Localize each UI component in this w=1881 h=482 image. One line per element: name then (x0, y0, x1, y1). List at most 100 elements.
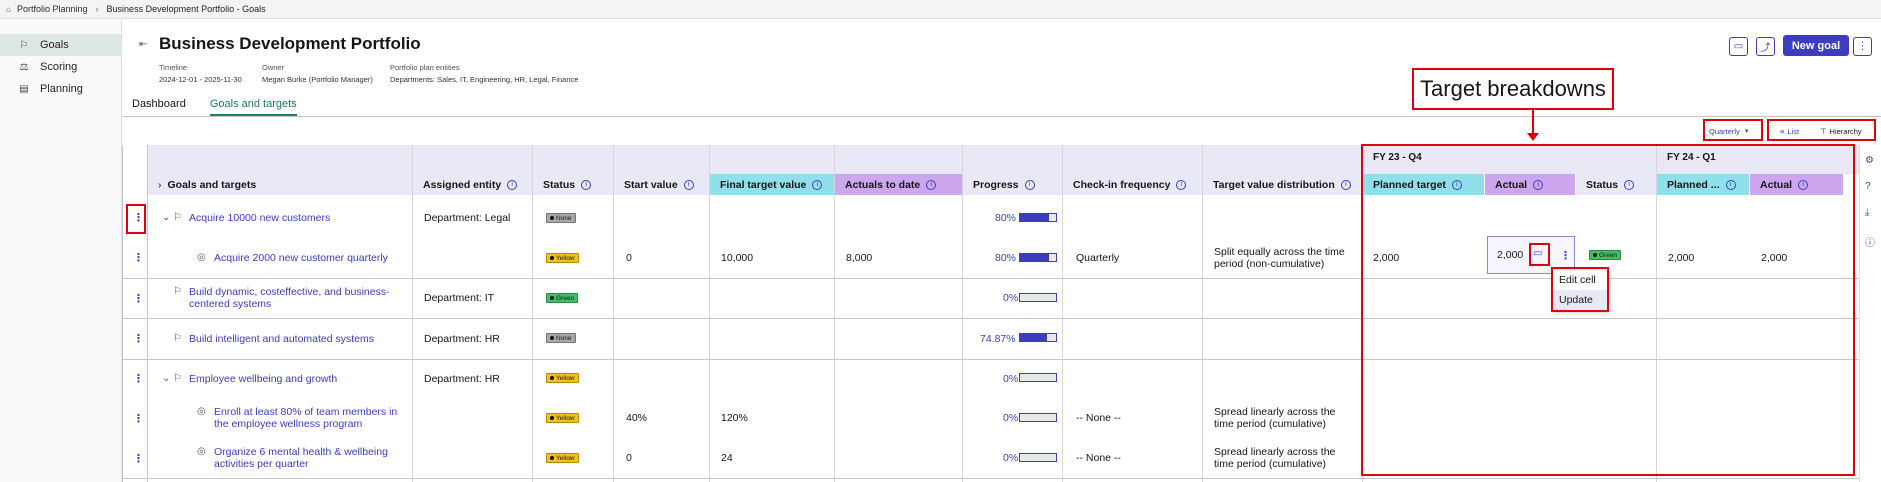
progress-value[interactable]: 0% (1003, 373, 1018, 385)
info-icon[interactable]: i (926, 179, 937, 190)
target-icon: ◎ (197, 446, 206, 457)
share-button[interactable]: ⤴ (1756, 37, 1775, 56)
flag-icon: ⚐ (173, 333, 182, 344)
final-target-value: 24 (721, 452, 733, 464)
tab-divider (122, 116, 1881, 117)
share-icon: ⤴ (1760, 43, 1771, 54)
progress-bar (1019, 213, 1057, 222)
col-actuals[interactable]: Actuals to date i (835, 174, 962, 195)
breadcrumb: ⌂ Portfolio Planning › Business Developm… (0, 0, 1881, 19)
progress-value[interactable]: 74.87% (980, 333, 1016, 345)
timeline-meta: Timeline 2024-12-01 - 2025-11-30 (159, 62, 242, 86)
col-distribution[interactable]: Target value distribution i (1203, 174, 1362, 195)
checkin-frequency: -- None -- (1076, 452, 1121, 464)
info-icon[interactable]: i (812, 179, 823, 190)
settings-icon[interactable]: ⚙ (1865, 155, 1874, 166)
info-icon[interactable]: ⓘ (1865, 234, 1875, 249)
start-value: 0 (626, 452, 632, 464)
checkin-frequency: Quarterly (1076, 252, 1120, 264)
comments-button[interactable]: ▭ (1729, 37, 1748, 56)
status-badge: None (546, 333, 576, 343)
tab-goals-and-targets[interactable]: Goals and targets (209, 98, 297, 116)
col-checkin[interactable]: Check-in frequency i (1063, 174, 1202, 195)
col-goals[interactable]: › Goals and targets (148, 174, 412, 195)
col-divider (1202, 145, 1203, 482)
target-icon: ◎ (197, 252, 206, 263)
kebab-icon: ⋮ (1857, 41, 1868, 52)
actuals-to-date: 8,000 (846, 252, 873, 264)
nav-item-goals[interactable]: ⚐ Goals (0, 34, 121, 56)
status-dot-icon (550, 256, 554, 260)
chevron-down-icon[interactable]: ⌄ (162, 373, 170, 384)
more-actions-button[interactable]: ⋮ (1853, 37, 1872, 56)
info-icon[interactable]: i (683, 179, 694, 190)
row-actions-button[interactable]: ⋮ (133, 412, 144, 425)
chevron-right-icon[interactable]: › (158, 179, 162, 191)
row-actions-button[interactable]: ⋮ (133, 452, 144, 465)
info-icon[interactable]: i (1024, 179, 1035, 190)
target-link[interactable]: Organize 6 mental health & wellbeing act… (214, 446, 404, 470)
info-icon[interactable]: i (1340, 179, 1351, 190)
annotation-arrow-head (1527, 133, 1539, 141)
progress-value[interactable]: 0% (1003, 292, 1018, 304)
checkin-frequency: -- None -- (1076, 412, 1121, 424)
status-dot-icon (550, 296, 554, 300)
assigned-entity: Department: HR (424, 373, 500, 385)
status-badge-label: Yellow (556, 254, 575, 262)
col-progress[interactable]: Progress i (963, 174, 1062, 195)
progress-bar (1019, 453, 1057, 462)
nav-item-scoring[interactable]: ⚖ Scoring (0, 56, 121, 78)
col-entity[interactable]: Assigned entity i (413, 174, 532, 195)
nav-item-planning[interactable]: ▤ Planning (0, 78, 121, 100)
goal-link[interactable]: Employee wellbeing and growth (189, 373, 337, 385)
tab-dashboard[interactable]: Dashboard (132, 98, 186, 116)
col-divider (834, 145, 835, 482)
goal-link[interactable]: Acquire 10000 new customers (189, 212, 330, 224)
status-badge: Yellow (546, 413, 579, 423)
info-icon[interactable]: i (581, 179, 592, 190)
progress-bar-fill (1020, 254, 1049, 261)
progress-bar-fill (1020, 334, 1047, 341)
goal-link[interactable]: Build intelligent and automated systems (189, 333, 374, 345)
col-start-value[interactable]: Start value i (614, 174, 709, 195)
download-icon[interactable]: ⤓ (1865, 207, 1869, 218)
annotation-callout: Target breakdowns (1412, 68, 1614, 110)
assigned-entity: Department: IT (424, 292, 495, 304)
start-value: 40% (626, 412, 648, 424)
info-icon[interactable]: i (1176, 179, 1187, 190)
status-dot-icon (550, 416, 554, 420)
col-status[interactable]: Status i (533, 174, 613, 195)
final-target-value: 10,000 (721, 252, 754, 264)
target-link[interactable]: Enroll at least 80% of team members in t… (214, 406, 404, 430)
status-badge-label: Green (556, 294, 575, 302)
col-goals-label: Goals and targets (167, 178, 257, 191)
goal-link[interactable]: Build dynamic, costeffective, and busine… (189, 286, 399, 310)
progress-value[interactable]: 0% (1003, 412, 1018, 424)
col-divider (613, 145, 614, 482)
col-final-target[interactable]: Final target value i (710, 174, 834, 195)
status-badge-label: Yellow (556, 454, 575, 462)
flag-icon: ⚐ (173, 212, 182, 223)
annotation-box-period (1703, 119, 1763, 141)
new-goal-button[interactable]: New goal (1783, 35, 1849, 56)
collapse-icon[interactable]: ⇤ (139, 39, 147, 50)
owner-label: Owner (262, 63, 285, 72)
row-actions-button[interactable]: ⋮ (133, 332, 144, 345)
status-badge: Yellow (546, 253, 579, 263)
progress-value[interactable]: 80% (995, 212, 1016, 224)
row-actions-button[interactable]: ⋮ (133, 292, 144, 305)
row-actions-button[interactable]: ⋮ (133, 372, 144, 385)
progress-bar (1019, 293, 1057, 302)
info-icon[interactable]: i (507, 179, 518, 190)
col-divider (412, 145, 413, 482)
flag-icon: ⚐ (173, 373, 182, 384)
progress-value[interactable]: 80% (995, 252, 1016, 264)
progress-value[interactable]: 0% (1003, 452, 1018, 464)
row-actions-button[interactable]: ⋮ (133, 251, 144, 264)
target-link[interactable]: Acquire 2000 new customer quarterly (214, 252, 388, 264)
owner-meta: Owner Megan Burke (Portfolio Manager) (262, 62, 373, 86)
breadcrumb-root-link[interactable]: Portfolio Planning (17, 4, 88, 14)
chevron-down-icon[interactable]: ⌄ (162, 212, 170, 223)
help-icon[interactable]: ? (1865, 181, 1871, 192)
nav-item-label: Goals (40, 39, 69, 51)
